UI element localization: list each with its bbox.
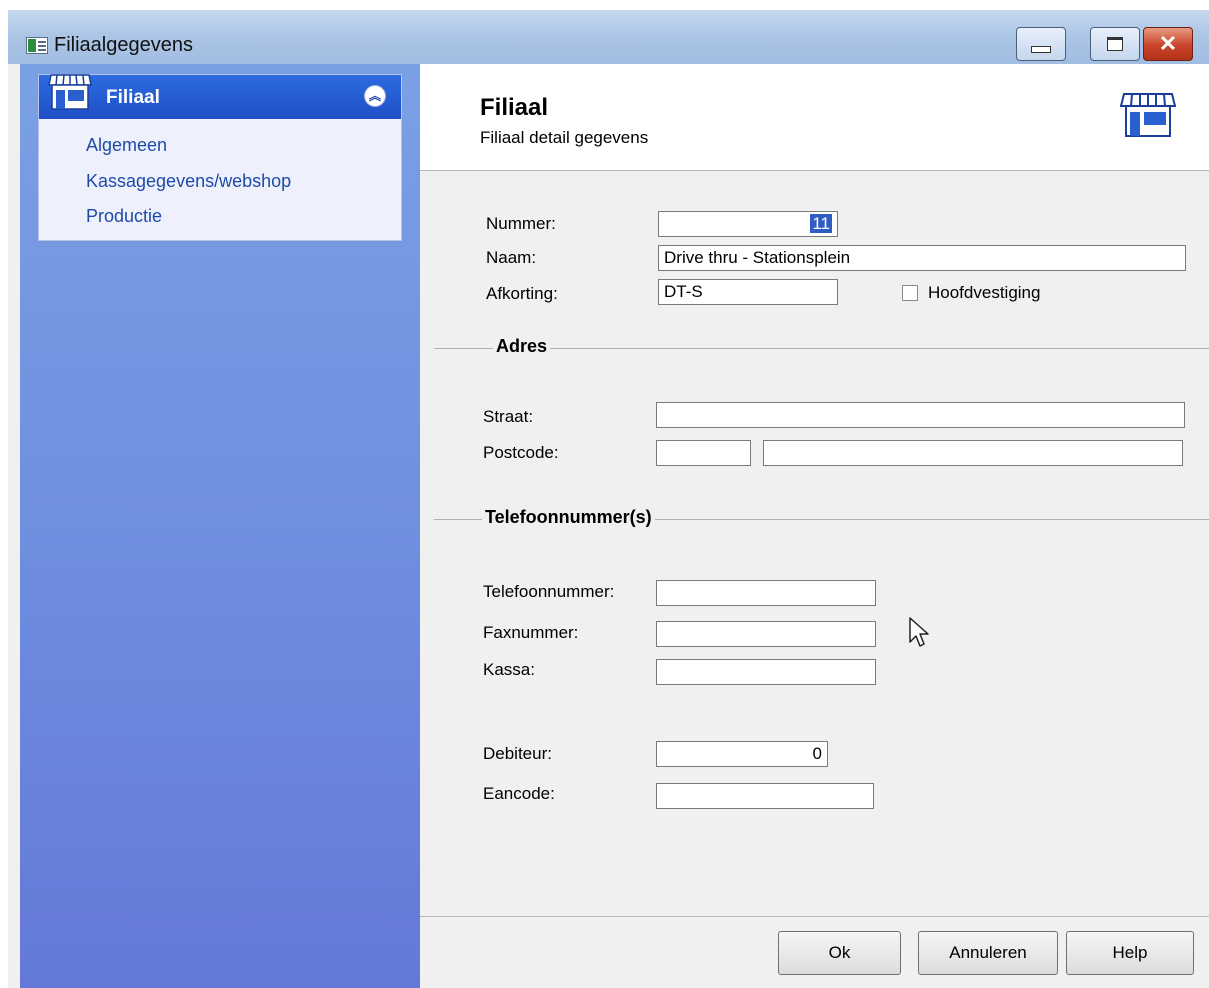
straat-label: Straat: bbox=[483, 407, 534, 426]
close-icon: ✕ bbox=[1158, 31, 1178, 56]
telefoonnummer-field[interactable] bbox=[656, 580, 876, 606]
hoofdvestiging-label: Hoofdvestiging bbox=[928, 283, 1041, 302]
minimize-button[interactable] bbox=[1016, 27, 1066, 61]
sidebar-item-kassagegevens[interactable]: Kassagegevens/webshop bbox=[86, 171, 291, 192]
maximize-icon bbox=[1107, 37, 1123, 51]
nummer-value: 11 bbox=[810, 214, 832, 233]
store-icon bbox=[48, 74, 92, 110]
faxnummer-field[interactable] bbox=[656, 621, 876, 647]
sidebar-item-algemeen[interactable]: Algemeen bbox=[86, 135, 167, 156]
afkorting-label: Afkorting: bbox=[486, 284, 558, 303]
kassa-field[interactable] bbox=[656, 659, 876, 685]
mouse-cursor-icon bbox=[909, 617, 929, 647]
debiteur-label: Debiteur: bbox=[483, 744, 552, 763]
sidebar-item-productie[interactable]: Productie bbox=[86, 206, 162, 227]
help-button[interactable]: Help bbox=[1066, 931, 1194, 975]
eancode-label: Eancode: bbox=[483, 784, 555, 803]
nummer-field[interactable]: 11 bbox=[658, 211, 838, 237]
postcode-field[interactable] bbox=[656, 440, 751, 466]
maximize-button[interactable] bbox=[1090, 27, 1140, 61]
hoofdvestiging-checkbox[interactable] bbox=[902, 285, 918, 301]
title-bar[interactable]: Filiaalgegevens ✕ bbox=[8, 10, 1209, 64]
sidebar: Filiaal ︽ Algemeen Kassagegevens/webshop… bbox=[20, 64, 420, 988]
telefoon-section-title: Telefoonnummer(s) bbox=[482, 507, 655, 528]
plaats-field[interactable] bbox=[763, 440, 1183, 466]
collapse-icon[interactable]: ︽ bbox=[364, 85, 386, 107]
nummer-label: Nummer: bbox=[486, 214, 556, 233]
debiteur-field[interactable]: 0 bbox=[656, 741, 828, 767]
sidebar-panel: Filiaal ︽ Algemeen Kassagegevens/webshop… bbox=[38, 74, 402, 241]
faxnummer-label: Faxnummer: bbox=[483, 623, 579, 642]
naam-label: Naam: bbox=[486, 248, 537, 267]
header-band: Filiaal Filiaal detail gegevens bbox=[420, 64, 1209, 171]
sidebar-header[interactable]: Filiaal ︽ bbox=[39, 74, 401, 119]
window-app-icon bbox=[26, 37, 48, 54]
minimize-icon bbox=[1031, 45, 1051, 53]
straat-field[interactable] bbox=[656, 402, 1185, 428]
eancode-field[interactable] bbox=[656, 783, 874, 809]
postcode-label: Postcode: bbox=[483, 443, 559, 462]
footer-divider bbox=[420, 916, 1209, 917]
adres-divider bbox=[434, 348, 1209, 349]
kassa-label: Kassa: bbox=[483, 660, 535, 679]
window-title: Filiaalgegevens bbox=[54, 34, 193, 56]
store-icon bbox=[1120, 93, 1176, 137]
main-panel: Filiaal Filiaal detail gegevens Nummer: … bbox=[420, 64, 1209, 988]
sidebar-title: Filiaal bbox=[106, 87, 160, 108]
telefoonnummer-label: Telefoonnummer: bbox=[483, 582, 615, 601]
afkorting-field[interactable]: DT-S bbox=[658, 279, 838, 305]
window: Filiaalgegevens ✕ Filiaal ︽ Algemeen Kas… bbox=[8, 10, 1209, 988]
adres-section-title: Adres bbox=[493, 336, 551, 357]
close-button[interactable]: ✕ bbox=[1143, 27, 1193, 61]
naam-field[interactable]: Drive thru - Stationsplein bbox=[658, 245, 1186, 271]
ok-button[interactable]: Ok bbox=[778, 931, 901, 975]
page-subtitle: Filiaal detail gegevens bbox=[480, 128, 649, 147]
cancel-button[interactable]: Annuleren bbox=[918, 931, 1058, 975]
page-title: Filiaal bbox=[480, 94, 549, 121]
